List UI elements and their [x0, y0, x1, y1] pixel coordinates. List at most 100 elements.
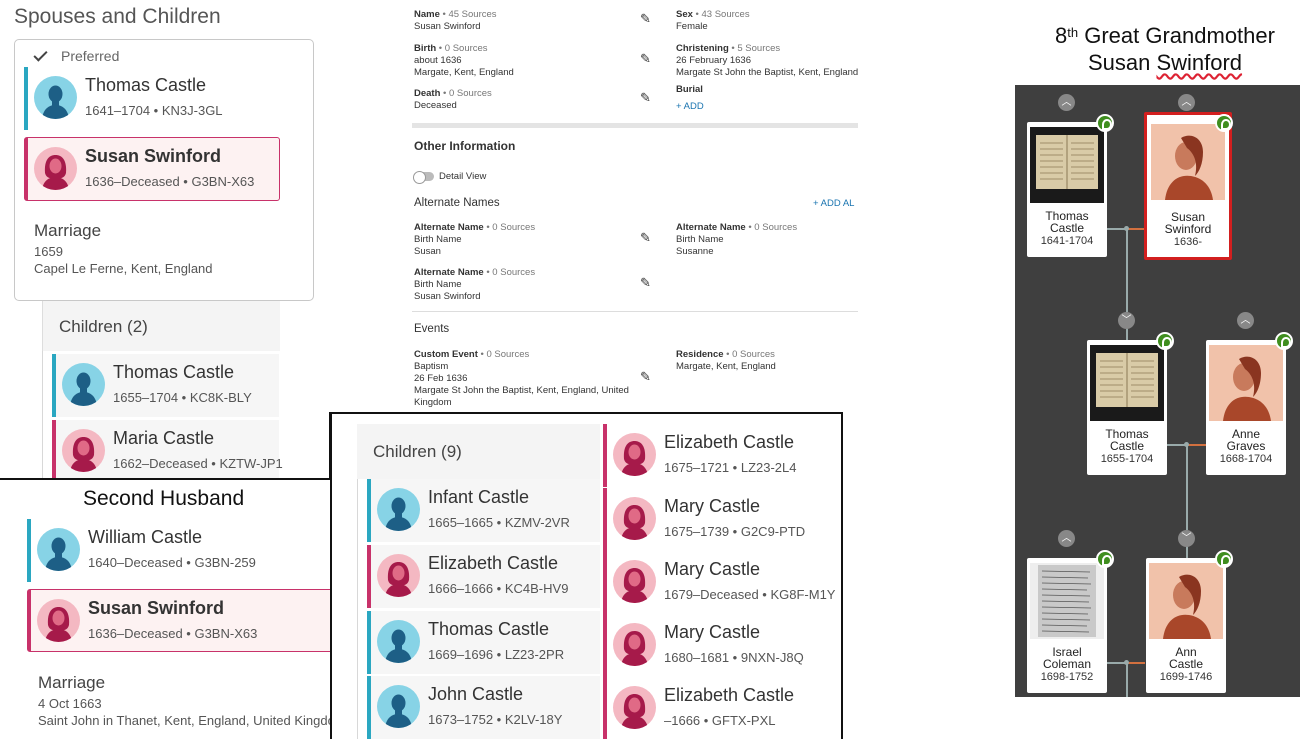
expand-up-icon[interactable]: ︿ — [1237, 312, 1254, 329]
child-card[interactable]: Mary Castle 1675–1739 • G2C9-PTD — [603, 488, 831, 551]
husband-card[interactable]: Thomas Castle 1641–1704 • KN3J-3GL — [24, 67, 279, 130]
female-avatar-icon — [613, 686, 656, 729]
expand-up-icon[interactable]: ︿ — [1058, 94, 1075, 111]
fact-label: Alternate Name — [414, 222, 484, 233]
person-name: Thomas Castle — [85, 75, 207, 95]
fact-type: Baptism — [414, 361, 449, 372]
husband-card[interactable]: William Castle 1640–Deceased • G3BN-259 — [27, 519, 354, 582]
record-image-icon — [1030, 563, 1104, 639]
children-header[interactable]: Children (2) — [42, 301, 280, 351]
children-header-label: Children (2) — [59, 317, 148, 336]
fact-label: Custom Event — [414, 349, 478, 360]
tree-person-dates: 1668-1704 — [1219, 453, 1273, 465]
male-avatar-icon — [377, 620, 420, 663]
section-divider — [412, 123, 858, 128]
person-name: Maria Castle — [113, 428, 215, 448]
christening-fact: Christening • 5 Sources 26 February 1636 M… — [676, 43, 858, 79]
male-avatar-icon — [377, 685, 420, 728]
wife-card[interactable]: Susan Swinford 1636–Deceased • G3BN-X63 — [24, 137, 280, 201]
edit-pencil-icon[interactable]: ✎ — [640, 275, 651, 291]
alt-name-fact: Alternate Name • 0 Sources Birth Name Susa… — [676, 222, 797, 258]
detail-view-toggle[interactable] — [413, 171, 434, 184]
child-card[interactable]: Thomas Castle 1655–1704 • KC8K-BLY — [52, 354, 279, 417]
other-info-heading: Other Information — [414, 139, 516, 153]
collapse-down-icon[interactable]: ﹀ — [1118, 312, 1135, 329]
add-burial-link[interactable]: + ADD — [676, 101, 704, 112]
tree-person-card[interactable]: Thomas Castle 1641-1704 — [1027, 122, 1107, 257]
title-last-name: Swinford — [1156, 50, 1243, 75]
edit-pencil-icon[interactable]: ✎ — [640, 11, 651, 27]
second-husband-title: Second Husband — [83, 487, 245, 510]
fact-value: Margate St John the Baptist, Kent, Engla… — [414, 385, 629, 396]
fact-value: Kingdom — [414, 397, 452, 408]
tree-person-card[interactable]: Anne Graves 1668-1704 — [1206, 340, 1286, 475]
marriage-place: Capel Le Ferne, Kent, England — [34, 261, 213, 276]
child-card[interactable]: Infant Castle 1665–1665 • KZMV-2VR — [367, 479, 600, 542]
child-card[interactable]: John Castle 1673–1752 • K2LV-18Y — [367, 676, 600, 739]
child-card[interactable]: Elizabeth Castle 1675–1721 • LZ23-2L4 — [603, 424, 831, 487]
fact-value: Female — [676, 21, 708, 32]
hint-leaf-icon[interactable] — [1215, 114, 1233, 132]
fact-label: Death — [414, 88, 441, 99]
tree-person-card[interactable]: Ann Castle 1699-1746 — [1146, 558, 1226, 693]
descent-connector — [1126, 328, 1128, 340]
descent-connector — [1126, 664, 1128, 697]
edit-pencil-icon[interactable]: ✎ — [640, 230, 651, 246]
birth-fact: Birth • 0 Sources about 1636 Margate, Kent… — [414, 43, 514, 79]
fact-label: Burial — [676, 84, 703, 95]
events-heading: Events — [414, 323, 450, 335]
hint-leaf-icon[interactable] — [1096, 550, 1114, 568]
female-avatar-icon — [377, 554, 420, 597]
source-count: • 0 Sources — [723, 349, 775, 360]
fact-value: Deceased — [414, 100, 457, 111]
edit-pencil-icon[interactable]: ✎ — [640, 51, 651, 67]
tree-person-card-selected[interactable]: Susan Swinford 1636- — [1144, 112, 1232, 260]
source-count: • 0 Sources — [440, 88, 492, 99]
alt-name-fact: Alternate Name • 0 Sources Birth Name Susa… — [414, 222, 535, 258]
burial-fact: Burial — [676, 84, 703, 96]
hint-leaf-icon[interactable] — [1096, 114, 1114, 132]
marriage-info: Marriage 1659 Capel Le Ferne, Kent, Engl… — [34, 221, 213, 277]
child-card[interactable]: Thomas Castle 1669–1696 • LZ23-2PR — [367, 611, 600, 674]
expand-up-icon[interactable]: ︿ — [1058, 530, 1075, 547]
couple-connector — [1166, 444, 1186, 446]
tree-person-dates: 1655-1704 — [1100, 453, 1154, 465]
female-portrait-icon — [1149, 563, 1223, 639]
edit-pencil-icon[interactable]: ✎ — [640, 369, 651, 385]
wife-card[interactable]: Susan Swinford 1636–Deceased • G3BN-X63 — [27, 589, 355, 652]
add-alt-name-link[interactable]: + ADD AL — [813, 198, 854, 209]
person-name: Thomas Castle — [113, 362, 235, 382]
alt-names-heading: Alternate Names — [414, 197, 500, 209]
couple-connector — [1127, 662, 1145, 664]
expand-up-icon[interactable]: ︿ — [1178, 94, 1195, 111]
tree-person-dates: 1636- — [1173, 236, 1203, 248]
person-meta: 1636–Deceased • G3BN-X63 — [85, 174, 255, 189]
hint-leaf-icon[interactable] — [1215, 550, 1233, 568]
child-card[interactable]: Mary Castle 1680–1681 • 9NXN-J8Q — [603, 614, 831, 677]
child-card[interactable]: Maria Castle 1662–Deceased • KZTW-JP1 — [52, 420, 283, 478]
marriage-place: Saint John in Thanet, Kent, England, Uni… — [38, 713, 346, 728]
female-avatar-icon — [613, 433, 656, 476]
child-card[interactable]: Elizabeth Castle 1666–1666 • KC4B-HV9 — [367, 545, 600, 608]
record-image-icon — [1090, 345, 1164, 421]
tree-person-card[interactable]: Israel Coleman 1698-1752 — [1027, 558, 1107, 693]
female-avatar-icon — [613, 560, 656, 603]
children-header[interactable]: Children (9) — [357, 424, 600, 479]
fact-value: Susanne — [676, 246, 714, 257]
edit-pencil-icon[interactable]: ✎ — [640, 90, 651, 106]
fact-value: 26 February 1636 — [676, 55, 751, 66]
person-name: Elizabeth Castle — [428, 553, 559, 573]
tree-person-card[interactable]: Thomas Castle 1655-1704 — [1087, 340, 1167, 475]
hint-leaf-icon[interactable] — [1156, 332, 1174, 350]
hint-leaf-icon[interactable] — [1275, 332, 1293, 350]
detail-view-label: Detail View — [439, 171, 487, 182]
residence-fact: Residence • 0 Sources Margate, Kent, Engl… — [676, 349, 776, 373]
tree-person-dates: 1698-1752 — [1040, 671, 1094, 683]
marriage-label: Marriage — [38, 673, 106, 692]
collapse-down-icon[interactable]: ﹀ — [1178, 530, 1195, 547]
marriage-date: 1659 — [34, 244, 63, 259]
preferred-indicator[interactable]: Preferred — [33, 47, 119, 64]
descent-connector — [1126, 230, 1128, 312]
child-card[interactable]: Elizabeth Castle –1666 • GFTX-PXL — [603, 677, 831, 739]
child-card[interactable]: Mary Castle 1679–Deceased • KG8F-M1Y — [603, 551, 835, 614]
